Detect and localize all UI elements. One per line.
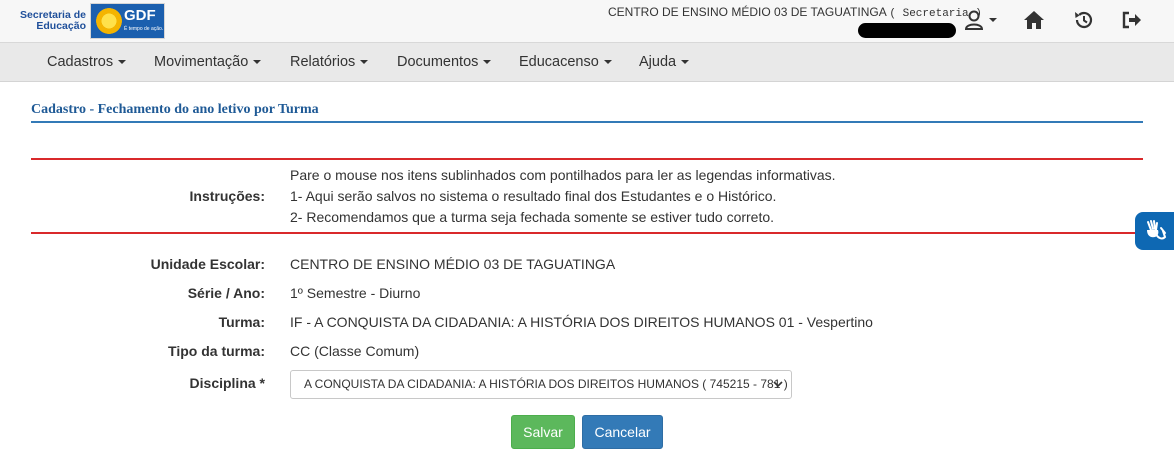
instructions-top-divider [31, 158, 1143, 160]
instruction-line: 2- Recomendamos que a turma seja fechada… [290, 209, 775, 225]
home-icon [1024, 11, 1044, 29]
instructions-label: Instruções: [189, 188, 265, 204]
sign-out-icon [1122, 11, 1141, 29]
gdf-logo[interactable]: Secretaria de Educação GDF É tempo de aç… [14, 3, 165, 39]
history-button[interactable] [1072, 9, 1096, 31]
turma-label: Turma: [218, 314, 265, 330]
serie-label: Série / Ano: [187, 285, 265, 301]
logout-button[interactable] [1120, 9, 1144, 31]
disciplina-label: Disciplina * [189, 375, 265, 391]
nav-documentos[interactable]: Documentos [397, 43, 492, 83]
nav-label: Educacenso [519, 54, 599, 70]
header-school-text: CENTRO DE ENSINO MÉDIO 03 DE TAGUATINGA [608, 5, 887, 19]
main-navbar: Cadastros Movimentação Relatórios Docume… [0, 42, 1174, 82]
tipo-turma-value: CC (Classe Comum) [290, 343, 420, 359]
nav-educacenso[interactable]: Educacenso [519, 43, 612, 83]
nav-label: Documentos [397, 54, 479, 70]
logo-secretaria-text: Secretaria de Educação [20, 9, 86, 32]
ipe-flower-icon [96, 8, 122, 34]
home-button[interactable] [1022, 9, 1046, 31]
cancel-button[interactable]: Cancelar [582, 415, 663, 449]
history-icon [1075, 11, 1093, 29]
logo-gdf-text: GDF [124, 7, 156, 24]
nav-relatorios[interactable]: Relatórios [290, 43, 369, 83]
nav-ajuda[interactable]: Ajuda [639, 43, 690, 83]
title-divider [31, 121, 1143, 123]
chevron-down-icon [253, 60, 262, 65]
tipo-turma-label: Tipo da turma: [168, 343, 265, 359]
user-icon [964, 10, 983, 30]
logo-gdf-slogan: É tempo de ação. [124, 26, 164, 32]
nav-label: Ajuda [639, 54, 677, 70]
redacted-username [858, 23, 956, 38]
nav-label: Relatórios [290, 54, 356, 70]
disciplina-select[interactable]: A CONQUISTA DA CIDADANIA: A HISTÓRIA DOS… [290, 370, 792, 399]
user-menu-button[interactable] [962, 9, 998, 31]
page-title: Cadastro - Fechamento do ano letivo por … [31, 102, 319, 117]
vlibras-accessibility-button[interactable] [1135, 212, 1174, 250]
chevron-down-icon [773, 381, 783, 388]
serie-value: 1º Semestre - Diurno [290, 285, 421, 301]
nav-label: Cadastros [47, 54, 114, 70]
top-header: Secretaria de Educação GDF É tempo de aç… [0, 0, 1174, 42]
chevron-down-icon [483, 60, 492, 65]
gdf-badge: GDF É tempo de ação. [90, 3, 165, 39]
instruction-line: Pare o mouse nos itens sublinhados com p… [290, 167, 836, 183]
sign-language-hands-icon [1146, 220, 1166, 240]
unidade-label: Unidade Escolar: [150, 256, 265, 272]
header-school-name: CENTRO DE ENSINO MÉDIO 03 DE TAGUATINGA … [608, 5, 982, 20]
nav-cadastros[interactable]: Cadastros [47, 43, 127, 83]
instructions-bottom-divider [31, 232, 1143, 234]
nav-label: Movimentação [154, 54, 249, 70]
chevron-down-icon [603, 60, 612, 65]
chevron-down-icon [118, 60, 127, 65]
unidade-value: CENTRO DE ENSINO MÉDIO 03 DE TAGUATINGA [290, 256, 616, 272]
chevron-down-icon [681, 60, 690, 65]
disciplina-selected-value: A CONQUISTA DA CIDADANIA: A HISTÓRIA DOS… [304, 377, 788, 391]
chevron-down-icon [360, 60, 369, 65]
chevron-down-icon [988, 18, 997, 22]
nav-movimentacao[interactable]: Movimentação [154, 43, 262, 83]
turma-value: IF - A CONQUISTA DA CIDADANIA: A HISTÓRI… [290, 314, 873, 330]
instruction-line: 1- Aqui serão salvos no sistema o result… [290, 188, 777, 204]
save-button[interactable]: Salvar [511, 415, 575, 449]
